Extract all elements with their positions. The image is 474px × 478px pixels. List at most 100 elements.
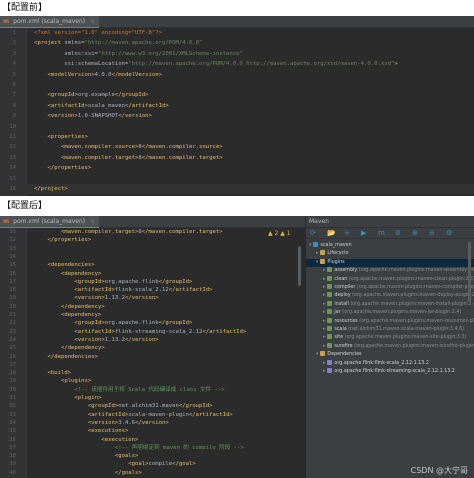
code-line[interactable]: 20 </dependency> — [0, 303, 304, 311]
code-line[interactable]: 12 </properties> — [0, 236, 304, 244]
maven-tree-item[interactable]: ▸ compiler (org.apache.maven.plugins:mave… — [306, 284, 474, 292]
code-line[interactable]: 4 xsi:schemaLocation="http://maven.apach… — [0, 59, 474, 69]
maven-tree-item[interactable]: ▸ site (org.apache.maven.plugins:maven-si… — [306, 334, 474, 342]
open-icon[interactable]: 📂 — [327, 228, 336, 238]
chevron-down-icon[interactable]: ▾ — [316, 352, 318, 357]
code-line[interactable]: 29 <plugins> — [0, 377, 304, 385]
code-text: <artifactId>scala_maven</artifactId> — [47, 102, 169, 109]
code-line[interactable]: 21 <dependency> — [0, 311, 304, 319]
code-line[interactable]: 6 — [0, 80, 474, 90]
maven-tree-item[interactable]: ▸ org.apache.flink:flink-streaming-scala_… — [306, 368, 474, 376]
maven-tree-item[interactable]: ▸ deploy (org.apache.maven.plugins:maven-… — [306, 292, 474, 300]
code-line[interactable]: 11 <maven.compiler.target>8</maven.compi… — [0, 228, 304, 236]
code-line[interactable]: 39 <goal>compile</goal> — [0, 460, 304, 468]
code-line[interactable]: 5 <modelVersion>4.0.0</modelVersion> — [0, 70, 474, 80]
maven-tree-item[interactable]: ▸ Lifecycle — [306, 250, 474, 258]
maven-tree-item[interactable]: ▸ org.apache.flink:flink-scala_2.12:1.13.… — [306, 359, 474, 368]
line-number: 4 — [12, 61, 16, 68]
close-icon[interactable]: × — [90, 18, 95, 25]
code-line[interactable]: 15 <dependencies> — [0, 261, 304, 269]
editor-tab-pom[interactable]: m pom.xml (scala_maven) × — [0, 16, 100, 28]
maven-title: Maven — [306, 216, 474, 228]
chevron-right-icon[interactable]: ▸ — [323, 277, 325, 282]
maven-tree-item[interactable]: ▸ assembly (org.apache.maven.plugins:mave… — [306, 267, 474, 275]
code-line[interactable]: 23 <artifactId>flink-streaming-scala_2.1… — [0, 328, 304, 336]
editor-scrollbar[interactable] — [298, 246, 301, 286]
code-line[interactable]: 32 <groupId>net.alchim31.maven</groupId> — [0, 402, 304, 410]
code-line[interactable]: 34 <version>3.4.6</version> — [0, 419, 304, 427]
chevron-right-icon[interactable]: ▸ — [323, 310, 325, 315]
code-line[interactable]: 16 </project> — [0, 184, 474, 195]
chevron-right-icon[interactable]: ▸ — [316, 251, 318, 256]
editor-tab-pom[interactable]: m pom.xml (scala_maven) × — [0, 216, 100, 228]
code-line[interactable]: 14 — [0, 253, 304, 261]
code-line[interactable]: 3 xmlns:xsi="http://www.w3.org/2001/XMLS… — [0, 49, 474, 59]
maven-tree-item[interactable]: ▸ scala (net.alchim31.maven:scala-maven-p… — [306, 326, 474, 334]
code-line[interactable]: 38 <goals> — [0, 452, 304, 460]
code-line[interactable]: 37 <!-- 声明绑定到 maven 的 compile 阶段 --> — [0, 444, 304, 452]
chevron-right-icon[interactable]: ▸ — [323, 285, 325, 290]
settings-icon[interactable]: ⚙ — [446, 228, 452, 238]
code-line[interactable]: 30 <!-- 该插件用于将 Scala 代码编译成 class 文件 --> — [0, 386, 304, 394]
chevron-right-icon[interactable]: ▸ — [323, 335, 325, 340]
code-line[interactable]: 13 — [0, 245, 304, 253]
maven-scrollbar[interactable] — [468, 242, 471, 302]
code-line[interactable]: 13 <maven.compiler.target>8</maven.compi… — [0, 153, 474, 163]
line-number: 31 — [9, 395, 16, 401]
code-line[interactable]: 19 <version>1.13.2</version> — [0, 294, 304, 302]
code-line[interactable]: 31 <plugin> — [0, 394, 304, 402]
skip-tests-icon[interactable]: ⊘ — [395, 228, 401, 238]
code-text: <plugin> — [74, 395, 102, 401]
close-icon[interactable]: × — [90, 218, 95, 225]
maven-tree-item[interactable]: ▸ jar (org.apache.maven.plugins:maven-jar… — [306, 309, 474, 317]
maven-tree-item[interactable]: ▸ clean (org.apache.maven.plugins:maven-c… — [306, 275, 474, 284]
code-line[interactable]: 28 <build> — [0, 369, 304, 377]
code-line[interactable]: 40 </goals> — [0, 469, 304, 477]
code-line[interactable]: 36 <execution> — [0, 436, 304, 444]
code-line[interactable]: 9 <version>1.0-SNAPSHOT</version> — [0, 111, 474, 121]
code-line[interactable]: 12 <maven.compiler.source>8</maven.compi… — [0, 142, 474, 152]
chevron-right-icon[interactable]: ▸ — [323, 369, 325, 374]
code-line[interactable]: 22 <groupId>org.apache.flink</groupId> — [0, 319, 304, 327]
chevron-right-icon[interactable]: ▸ — [323, 361, 325, 366]
reload-icon[interactable]: ⟳ — [310, 228, 316, 238]
code-line[interactable]: 17 <groupId>org.apache.flink</groupId> — [0, 278, 304, 286]
maven-tree-item[interactable]: ▾ Plugins — [306, 258, 474, 267]
chevron-right-icon[interactable]: ▸ — [323, 319, 325, 324]
add-icon[interactable]: + — [344, 228, 350, 238]
maven-tree-item[interactable]: ▸ resources (org.apache.maven.plugins:mav… — [306, 317, 474, 326]
chevron-right-icon[interactable]: ▸ — [323, 293, 325, 298]
chevron-right-icon[interactable]: ▸ — [323, 327, 325, 332]
inspection-warnings[interactable]: ▲ 2 ▲ 1 — [268, 230, 291, 237]
run-icon[interactable]: ▶ — [361, 228, 366, 238]
code-line[interactable]: 1 <?xml version="1.0" encoding="UTF-8"?> — [0, 28, 474, 38]
maven-icon[interactable]: m — [378, 228, 385, 238]
code-line[interactable]: 35 <executions> — [0, 427, 304, 435]
expand-icon[interactable]: ⊕ — [412, 228, 418, 238]
maven-tree-item[interactable]: ▾ scala_maven — [306, 242, 474, 250]
code-line[interactable]: 18 <artifactId>flink-scala_2.12</artifac… — [0, 286, 304, 294]
maven-tree-item[interactable]: ▸ install (org.apache.maven.plugins:maven… — [306, 300, 474, 309]
code-line[interactable]: 27 — [0, 361, 304, 369]
chevron-down-icon[interactable]: ▾ — [316, 260, 318, 265]
code-line[interactable]: 25 </dependency> — [0, 344, 304, 352]
code-line[interactable]: 11 <properties> — [0, 132, 474, 142]
code-line[interactable]: 24 <version>1.13.2</version> — [0, 336, 304, 344]
code-line[interactable]: 26 </dependencies> — [0, 353, 304, 361]
code-line[interactable]: 16 <dependency> — [0, 270, 304, 278]
chevron-down-icon[interactable]: ▾ — [309, 243, 311, 248]
maven-tree-item[interactable]: ▾ Dependencies — [306, 351, 474, 359]
code-line[interactable]: 33 <artifactId>scala-maven-plugin</artif… — [0, 411, 304, 419]
code-line[interactable]: 2 <project xmlns="http://maven.apache.org… — [0, 38, 474, 48]
chevron-right-icon[interactable]: ▸ — [323, 268, 325, 273]
code-line[interactable]: 8 <artifactId>scala_maven</artifactId> — [0, 101, 474, 111]
collapse-icon[interactable]: ⊖ — [429, 228, 435, 238]
maven-tree-item[interactable]: ▸ surefire (org.apache.maven.plugins:mave… — [306, 342, 474, 351]
code-line[interactable]: 14 </properties> — [0, 163, 474, 173]
chevron-right-icon[interactable]: ▸ — [323, 344, 325, 349]
code-line[interactable]: 15 — [0, 174, 474, 184]
code-line[interactable]: 10 — [0, 122, 474, 132]
chevron-right-icon[interactable]: ▸ — [323, 302, 325, 307]
code-text: <artifactId>flink-scala_2.12</artifactId… — [74, 287, 213, 294]
code-line[interactable]: 7 <groupId>org.example</groupId> — [0, 90, 474, 100]
